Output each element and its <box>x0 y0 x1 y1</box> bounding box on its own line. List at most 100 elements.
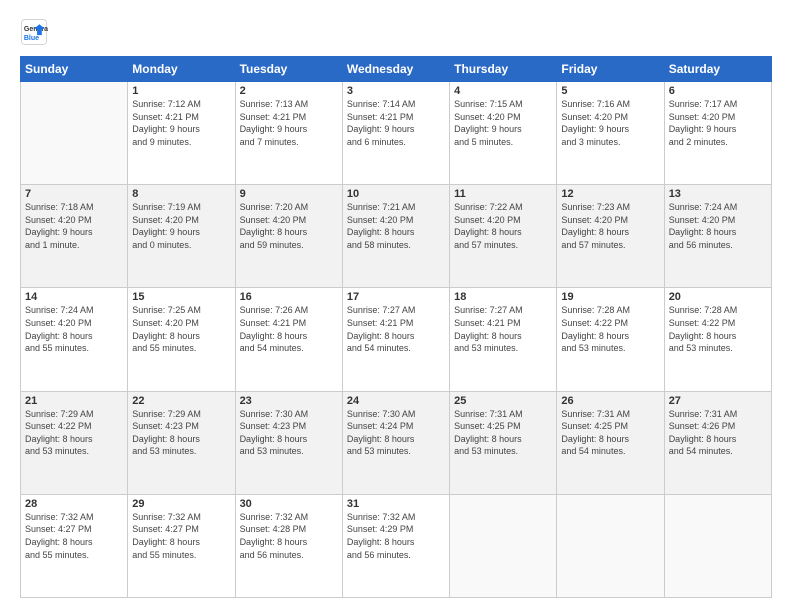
calendar-cell: 24Sunrise: 7:30 AMSunset: 4:24 PMDayligh… <box>342 391 449 494</box>
cell-details: Sunrise: 7:29 AMSunset: 4:23 PMDaylight:… <box>132 408 230 458</box>
calendar-cell: 11Sunrise: 7:22 AMSunset: 4:20 PMDayligh… <box>450 185 557 288</box>
calendar-cell: 22Sunrise: 7:29 AMSunset: 4:23 PMDayligh… <box>128 391 235 494</box>
cell-details: Sunrise: 7:32 AMSunset: 4:27 PMDaylight:… <box>25 511 123 561</box>
calendar-week-row: 1Sunrise: 7:12 AMSunset: 4:21 PMDaylight… <box>21 82 772 185</box>
calendar-week-row: 7Sunrise: 7:18 AMSunset: 4:20 PMDaylight… <box>21 185 772 288</box>
day-number: 25 <box>454 395 552 407</box>
calendar-cell: 19Sunrise: 7:28 AMSunset: 4:22 PMDayligh… <box>557 288 664 391</box>
cell-details: Sunrise: 7:14 AMSunset: 4:21 PMDaylight:… <box>347 98 445 148</box>
cell-details: Sunrise: 7:28 AMSunset: 4:22 PMDaylight:… <box>561 304 659 354</box>
logo: General Blue <box>20 18 52 46</box>
calendar-day-header: Saturday <box>664 57 771 82</box>
calendar-day-header: Wednesday <box>342 57 449 82</box>
header: General Blue <box>20 18 772 46</box>
cell-details: Sunrise: 7:17 AMSunset: 4:20 PMDaylight:… <box>669 98 767 148</box>
day-number: 13 <box>669 188 767 200</box>
cell-details: Sunrise: 7:29 AMSunset: 4:22 PMDaylight:… <box>25 408 123 458</box>
calendar-cell: 29Sunrise: 7:32 AMSunset: 4:27 PMDayligh… <box>128 494 235 597</box>
calendar-cell: 16Sunrise: 7:26 AMSunset: 4:21 PMDayligh… <box>235 288 342 391</box>
calendar-cell: 1Sunrise: 7:12 AMSunset: 4:21 PMDaylight… <box>128 82 235 185</box>
day-number: 4 <box>454 85 552 97</box>
cell-details: Sunrise: 7:13 AMSunset: 4:21 PMDaylight:… <box>240 98 338 148</box>
cell-details: Sunrise: 7:16 AMSunset: 4:20 PMDaylight:… <box>561 98 659 148</box>
cell-details: Sunrise: 7:15 AMSunset: 4:20 PMDaylight:… <box>454 98 552 148</box>
calendar-cell: 17Sunrise: 7:27 AMSunset: 4:21 PMDayligh… <box>342 288 449 391</box>
calendar-cell: 9Sunrise: 7:20 AMSunset: 4:20 PMDaylight… <box>235 185 342 288</box>
calendar-day-header: Monday <box>128 57 235 82</box>
calendar-cell: 20Sunrise: 7:28 AMSunset: 4:22 PMDayligh… <box>664 288 771 391</box>
logo-icon: General Blue <box>20 18 48 46</box>
cell-details: Sunrise: 7:30 AMSunset: 4:23 PMDaylight:… <box>240 408 338 458</box>
calendar-cell: 3Sunrise: 7:14 AMSunset: 4:21 PMDaylight… <box>342 82 449 185</box>
cell-details: Sunrise: 7:24 AMSunset: 4:20 PMDaylight:… <box>669 201 767 251</box>
cell-details: Sunrise: 7:20 AMSunset: 4:20 PMDaylight:… <box>240 201 338 251</box>
calendar-cell: 12Sunrise: 7:23 AMSunset: 4:20 PMDayligh… <box>557 185 664 288</box>
day-number: 29 <box>132 498 230 510</box>
calendar-cell: 18Sunrise: 7:27 AMSunset: 4:21 PMDayligh… <box>450 288 557 391</box>
cell-details: Sunrise: 7:18 AMSunset: 4:20 PMDaylight:… <box>25 201 123 251</box>
day-number: 17 <box>347 291 445 303</box>
cell-details: Sunrise: 7:23 AMSunset: 4:20 PMDaylight:… <box>561 201 659 251</box>
calendar-cell: 5Sunrise: 7:16 AMSunset: 4:20 PMDaylight… <box>557 82 664 185</box>
calendar-week-row: 28Sunrise: 7:32 AMSunset: 4:27 PMDayligh… <box>21 494 772 597</box>
calendar-table: SundayMondayTuesdayWednesdayThursdayFrid… <box>20 56 772 598</box>
day-number: 6 <box>669 85 767 97</box>
calendar-cell: 10Sunrise: 7:21 AMSunset: 4:20 PMDayligh… <box>342 185 449 288</box>
calendar-cell: 8Sunrise: 7:19 AMSunset: 4:20 PMDaylight… <box>128 185 235 288</box>
calendar-cell: 2Sunrise: 7:13 AMSunset: 4:21 PMDaylight… <box>235 82 342 185</box>
cell-details: Sunrise: 7:32 AMSunset: 4:28 PMDaylight:… <box>240 511 338 561</box>
day-number: 31 <box>347 498 445 510</box>
day-number: 18 <box>454 291 552 303</box>
calendar-cell: 28Sunrise: 7:32 AMSunset: 4:27 PMDayligh… <box>21 494 128 597</box>
day-number: 12 <box>561 188 659 200</box>
calendar-cell <box>450 494 557 597</box>
day-number: 26 <box>561 395 659 407</box>
day-number: 5 <box>561 85 659 97</box>
day-number: 1 <box>132 85 230 97</box>
calendar-cell <box>21 82 128 185</box>
day-number: 22 <box>132 395 230 407</box>
page: General Blue SundayMondayTuesdayWednesda… <box>0 0 792 612</box>
calendar-cell: 4Sunrise: 7:15 AMSunset: 4:20 PMDaylight… <box>450 82 557 185</box>
cell-details: Sunrise: 7:27 AMSunset: 4:21 PMDaylight:… <box>454 304 552 354</box>
calendar-cell: 13Sunrise: 7:24 AMSunset: 4:20 PMDayligh… <box>664 185 771 288</box>
cell-details: Sunrise: 7:31 AMSunset: 4:25 PMDaylight:… <box>454 408 552 458</box>
cell-details: Sunrise: 7:19 AMSunset: 4:20 PMDaylight:… <box>132 201 230 251</box>
cell-details: Sunrise: 7:24 AMSunset: 4:20 PMDaylight:… <box>25 304 123 354</box>
calendar-cell: 23Sunrise: 7:30 AMSunset: 4:23 PMDayligh… <box>235 391 342 494</box>
svg-text:Blue: Blue <box>24 35 39 42</box>
day-number: 14 <box>25 291 123 303</box>
calendar-week-row: 14Sunrise: 7:24 AMSunset: 4:20 PMDayligh… <box>21 288 772 391</box>
day-number: 27 <box>669 395 767 407</box>
day-number: 10 <box>347 188 445 200</box>
cell-details: Sunrise: 7:31 AMSunset: 4:26 PMDaylight:… <box>669 408 767 458</box>
cell-details: Sunrise: 7:32 AMSunset: 4:27 PMDaylight:… <box>132 511 230 561</box>
day-number: 9 <box>240 188 338 200</box>
calendar-cell: 25Sunrise: 7:31 AMSunset: 4:25 PMDayligh… <box>450 391 557 494</box>
calendar-week-row: 21Sunrise: 7:29 AMSunset: 4:22 PMDayligh… <box>21 391 772 494</box>
calendar-day-header: Tuesday <box>235 57 342 82</box>
calendar-cell: 27Sunrise: 7:31 AMSunset: 4:26 PMDayligh… <box>664 391 771 494</box>
calendar-day-header: Sunday <box>21 57 128 82</box>
calendar-day-header: Friday <box>557 57 664 82</box>
cell-details: Sunrise: 7:31 AMSunset: 4:25 PMDaylight:… <box>561 408 659 458</box>
day-number: 15 <box>132 291 230 303</box>
calendar-header-row: SundayMondayTuesdayWednesdayThursdayFrid… <box>21 57 772 82</box>
day-number: 2 <box>240 85 338 97</box>
cell-details: Sunrise: 7:30 AMSunset: 4:24 PMDaylight:… <box>347 408 445 458</box>
calendar-cell: 31Sunrise: 7:32 AMSunset: 4:29 PMDayligh… <box>342 494 449 597</box>
calendar-cell: 30Sunrise: 7:32 AMSunset: 4:28 PMDayligh… <box>235 494 342 597</box>
day-number: 24 <box>347 395 445 407</box>
calendar-cell: 14Sunrise: 7:24 AMSunset: 4:20 PMDayligh… <box>21 288 128 391</box>
calendar-cell <box>664 494 771 597</box>
day-number: 3 <box>347 85 445 97</box>
cell-details: Sunrise: 7:32 AMSunset: 4:29 PMDaylight:… <box>347 511 445 561</box>
calendar-day-header: Thursday <box>450 57 557 82</box>
calendar-cell: 7Sunrise: 7:18 AMSunset: 4:20 PMDaylight… <box>21 185 128 288</box>
calendar-cell: 6Sunrise: 7:17 AMSunset: 4:20 PMDaylight… <box>664 82 771 185</box>
day-number: 28 <box>25 498 123 510</box>
cell-details: Sunrise: 7:28 AMSunset: 4:22 PMDaylight:… <box>669 304 767 354</box>
day-number: 8 <box>132 188 230 200</box>
cell-details: Sunrise: 7:27 AMSunset: 4:21 PMDaylight:… <box>347 304 445 354</box>
day-number: 16 <box>240 291 338 303</box>
